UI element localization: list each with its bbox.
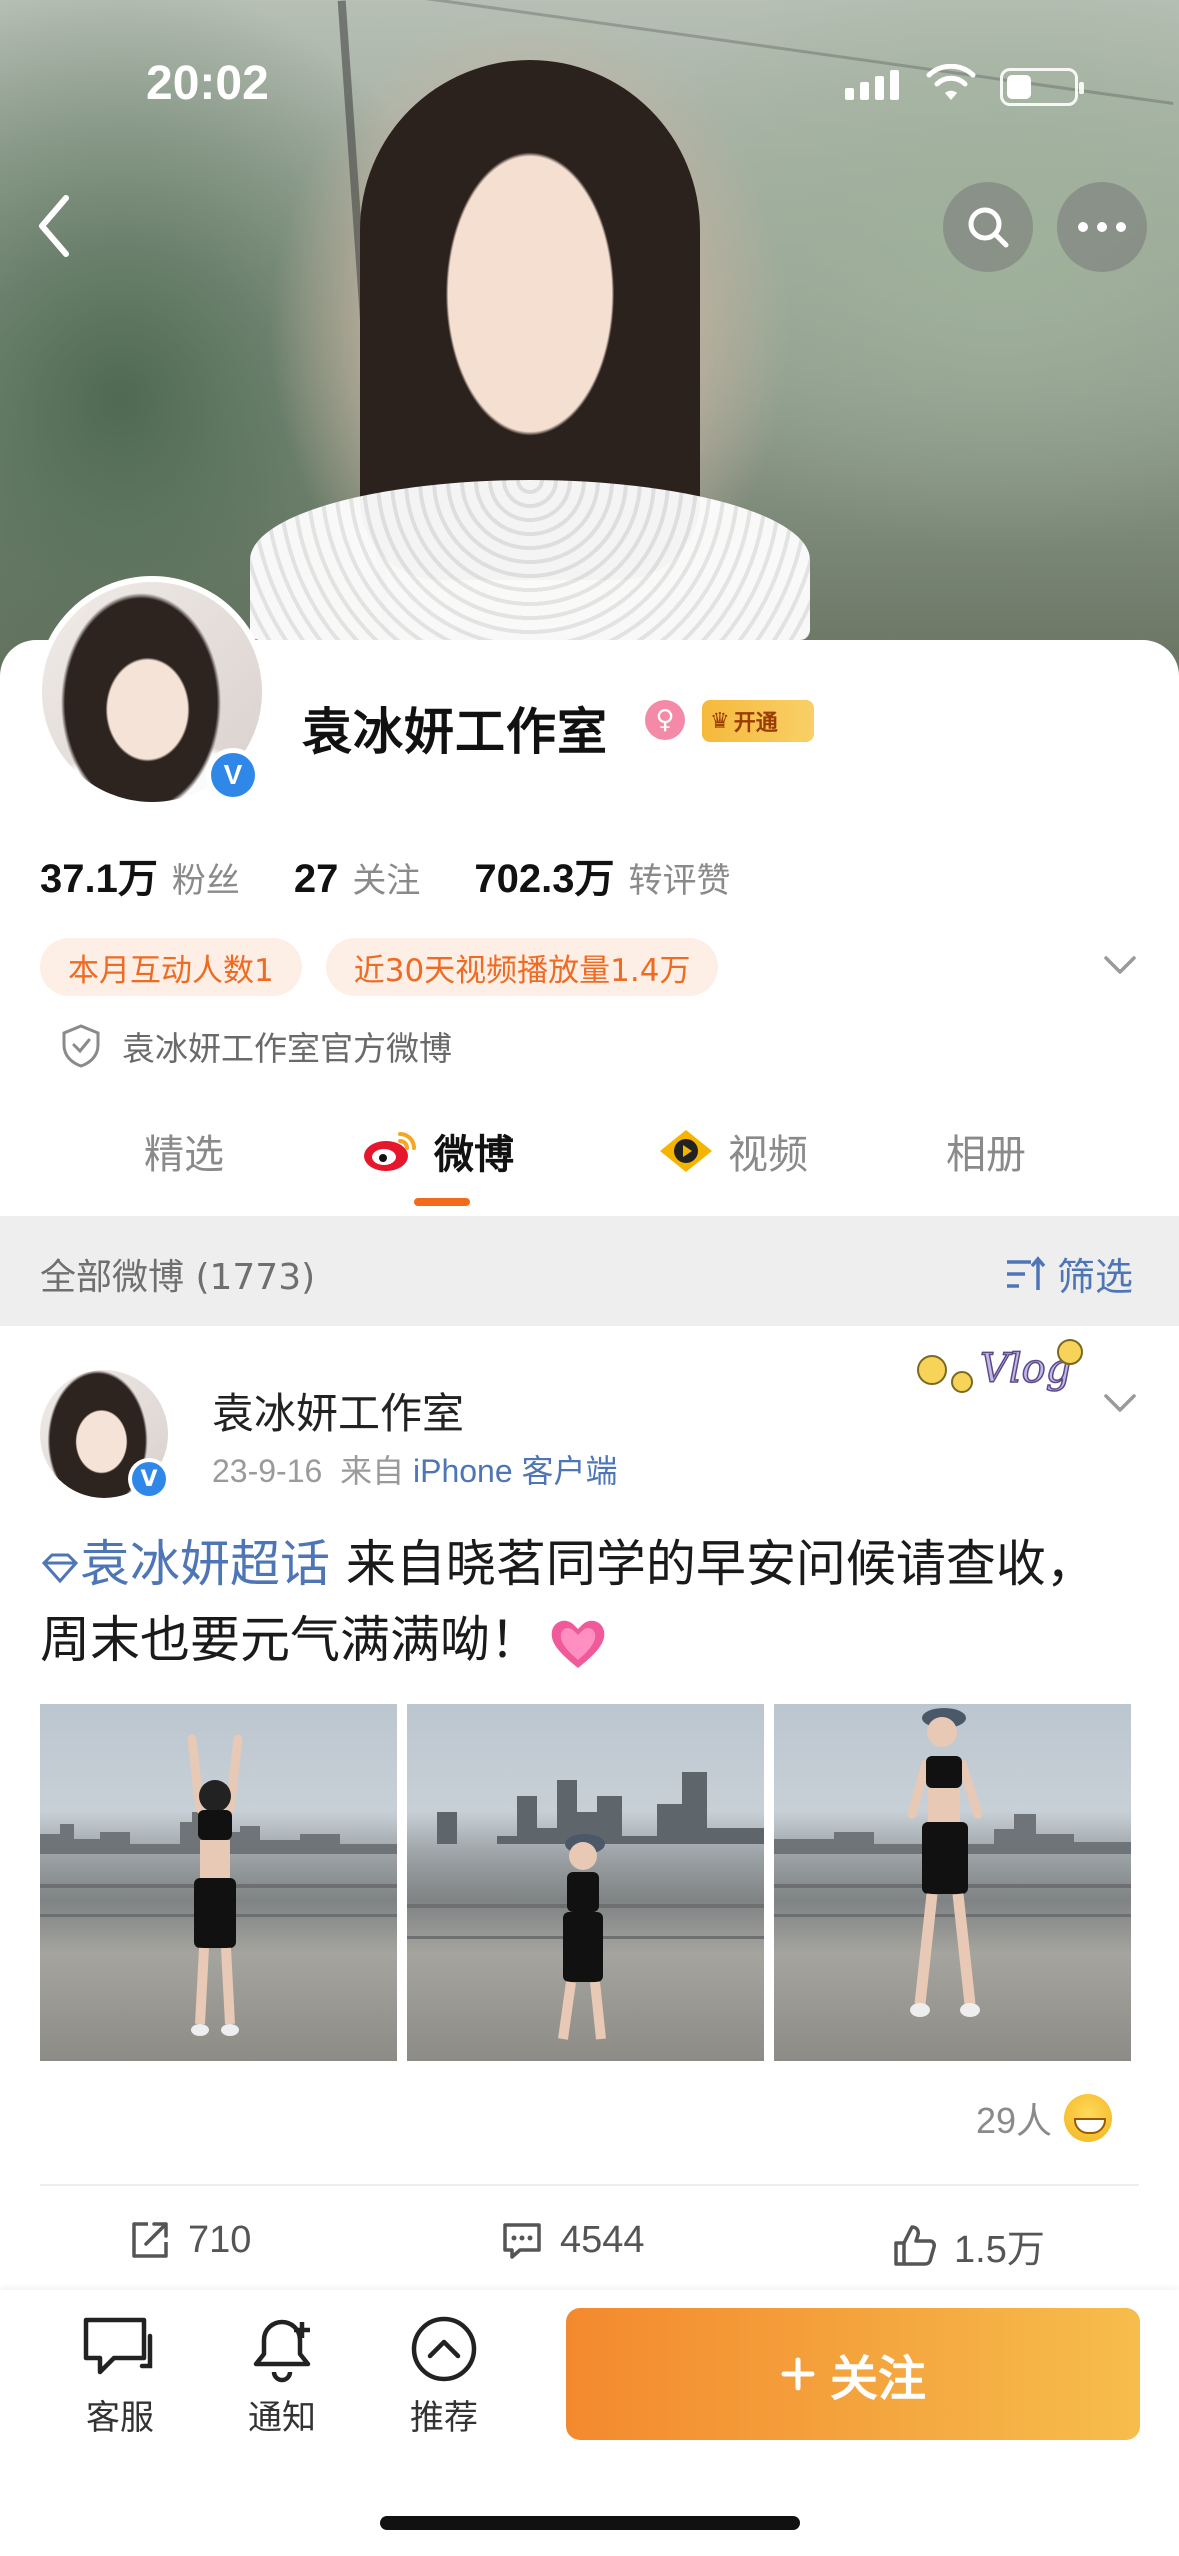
plus-icon (781, 2357, 815, 2391)
post-photo[interactable] (40, 1704, 397, 2061)
bottom-bar-label: 推荐 (410, 2398, 478, 2438)
feed-section-header: 全部微博 (1773) 筛选 (0, 1216, 1179, 1326)
profile-name: 袁冰妍工作室 (302, 703, 608, 761)
post-verified-badge: V (128, 1458, 170, 1500)
stat-label: 粉丝 (171, 861, 240, 901)
vip-label: 开通 (733, 711, 778, 736)
recommend-button[interactable]: 推荐 (384, 2314, 504, 2439)
like-count: 1.5万 (954, 2229, 1045, 2271)
monthly-interaction-pill[interactable]: 本月互动人数1 (40, 938, 302, 996)
tab-label: 相册 (946, 1132, 1026, 1178)
cellular-signal-icon (845, 70, 899, 100)
video-plays-pill[interactable]: 近30天视频播放量1.4万 (325, 938, 719, 996)
reaction-count: 29人 (976, 2100, 1053, 2141)
heart-icon (551, 1620, 605, 1668)
tab-album[interactable]: 相册 (946, 1122, 1026, 1180)
search-icon (968, 207, 1009, 248)
reactions-summary[interactable]: 29人 (976, 2092, 1113, 2144)
back-icon[interactable] (24, 186, 84, 266)
post-source[interactable]: iPhone 客户端 (413, 1453, 618, 1489)
comment-icon (503, 2223, 541, 2259)
profile-highlight-pills: 本月互动人数1 近30天视频播放量1.4万 (40, 938, 719, 996)
all-posts-count[interactable]: 全部微博 (1773) (40, 1248, 315, 1300)
status-time: 20:02 (146, 57, 269, 110)
stat-value: 27 (293, 857, 339, 901)
stat-value: 702.3万 (474, 857, 615, 901)
filter-icon (1007, 1255, 1046, 1290)
comment-count: 4544 (560, 2218, 645, 2261)
customer-service-button[interactable]: 客服 (60, 2314, 180, 2439)
more-icon (1078, 222, 1126, 232)
stat-label: 转评赞 (628, 861, 731, 901)
bottom-bar-label: 通知 (248, 2398, 316, 2438)
wifi-icon (926, 64, 976, 100)
post-content: 袁冰妍超话 来自晓茗同学的早安问候请查收，周末也要元气满满呦！ (40, 1526, 1140, 1678)
tab-label: 视频 (728, 1132, 808, 1178)
post-photo[interactable] (774, 1704, 1131, 2061)
tab-featured[interactable]: 精选 (144, 1122, 224, 1180)
tab-label: 精选 (144, 1132, 224, 1178)
vip-crown-icon: ♛ (710, 708, 730, 734)
post-source-prefix: 来自 (340, 1453, 405, 1489)
repost-count: 710 (188, 2218, 252, 2261)
vlog-sticker-icon: Vlog (917, 1339, 1083, 1393)
topic-link[interactable]: 袁冰妍超话 (80, 1535, 330, 1593)
stat-value: 37.1万 (40, 857, 158, 901)
filter-label: 筛选 (1057, 1255, 1134, 1299)
stat-interactions[interactable]: 702.3万 转评赞 (474, 846, 730, 904)
tab-label: 微博 (434, 1132, 514, 1178)
like-button[interactable]: 1.5万 (892, 2218, 1045, 2273)
profile-tabs: 精选 微博 视频 相册 (0, 1112, 1179, 1218)
post-date: 23-9-16 (212, 1453, 323, 1489)
battery-icon (1000, 68, 1084, 106)
profile-stats: 37.1万 粉丝 27 关注 702.3万 转评赞 (40, 846, 784, 904)
service-icon (83, 2317, 153, 2375)
topic-icon (41, 1553, 79, 1583)
stat-following[interactable]: 27 关注 (294, 853, 421, 902)
filter-button[interactable]: 筛选 (1003, 1246, 1133, 1301)
like-icon (894, 2224, 936, 2266)
official-account-text: 袁冰妍工作室官方微博 (122, 1029, 452, 1068)
post-author-name[interactable]: 袁冰妍工作室 (212, 1380, 464, 1441)
search-button[interactable] (943, 182, 1033, 272)
stat-label: 关注 (352, 861, 421, 901)
verified-badge: V (206, 748, 260, 802)
tab-weibo[interactable]: 微博 (362, 1122, 514, 1180)
status-bar: 20:02 (0, 0, 1179, 150)
tab-video[interactable]: 视频 (656, 1122, 808, 1180)
bell-icon (253, 2319, 311, 2383)
post-actions: 710 4544 1.5万 (0, 2200, 1179, 2290)
bottom-bar-label: 客服 (86, 2398, 154, 2438)
chevron-down-icon[interactable] (1100, 1388, 1140, 1418)
verified-icon: V (211, 753, 255, 797)
chevron-down-icon[interactable] (1100, 950, 1140, 980)
grin-emoji-icon (1064, 2094, 1113, 2142)
video-icon (660, 1130, 712, 1172)
repost-button[interactable]: 710 (128, 2218, 251, 2262)
repost-icon (132, 2222, 168, 2258)
vip-open-badge[interactable]: ♛ 开通 (702, 700, 814, 742)
shield-icon (62, 1024, 100, 1068)
post-meta: 23-9-16 来自 iPhone 客户端 (212, 1446, 618, 1492)
post-photo-grid (40, 1704, 1131, 2061)
follow-label: 关注 (829, 2351, 926, 2407)
post-photo[interactable] (407, 1704, 764, 2061)
verified-icon: V (132, 1462, 166, 1496)
female-icon: ♀ (645, 700, 685, 740)
follow-button[interactable]: 关注 (566, 2308, 1140, 2440)
more-button[interactable] (1057, 182, 1147, 272)
weibo-icon (364, 1132, 416, 1171)
divider (40, 2184, 1139, 2186)
stat-followers[interactable]: 37.1万 粉丝 (40, 846, 240, 904)
notify-button[interactable]: 通知 (222, 2314, 342, 2439)
comment-button[interactable]: 4544 (500, 2218, 645, 2262)
recommend-icon (411, 2316, 477, 2382)
cover-collar (250, 480, 810, 640)
active-tab-indicator (414, 1198, 470, 1206)
home-indicator (380, 2516, 800, 2530)
official-account-info: 袁冰妍工作室官方微博 (60, 1022, 452, 1070)
